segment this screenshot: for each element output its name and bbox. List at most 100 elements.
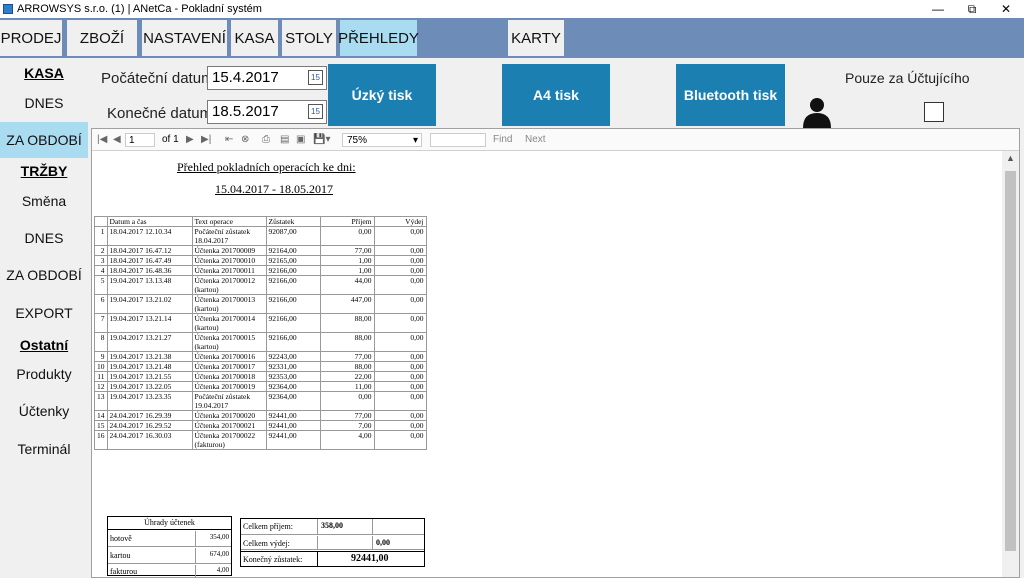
column-header: Text operace [191, 216, 267, 227]
zoom-select[interactable]: 75% ▾ [342, 133, 422, 147]
table-cell: 19.04.2017 13.21.55 [106, 371, 193, 382]
sidebar-item-trzby-za-obdobi[interactable]: ZA OBDOBÍ [0, 257, 88, 293]
table-cell: Počáteční zůstatek 18.04.2017 [191, 226, 267, 246]
table-row: 6 19.04.2017 13.21.02 Účtenka 201700013 (k… [94, 294, 427, 314]
end-date-field[interactable]: 18.5.2017 15 [207, 100, 327, 124]
table-cell: 11 [94, 371, 108, 382]
table-cell: 4,00 [319, 430, 375, 450]
back-icon[interactable]: ⇤ [225, 133, 233, 147]
payment-row: fakturou 4,00 [110, 565, 229, 577]
find-input[interactable] [430, 133, 486, 147]
table-cell: 0,00 [373, 332, 427, 352]
scroll-up-icon[interactable]: ▲ [1006, 153, 1015, 163]
calendar-icon[interactable]: 15 [308, 70, 323, 85]
table-cell: 19.04.2017 13.21.48 [106, 361, 193, 372]
tab-prehledy[interactable]: PŘEHLEDY [338, 20, 419, 56]
sidebar-item-produkty[interactable]: Produkty [0, 356, 88, 392]
table-cell: 77,00 [319, 351, 375, 362]
find-link[interactable]: Find [493, 133, 512, 147]
table-cell: Účtenka 201700015 (kartou) [191, 332, 267, 352]
table-cell: 88,00 [319, 361, 375, 372]
tab-stoly[interactable]: STOLY [282, 20, 336, 56]
print-icon[interactable]: ⎙ [262, 133, 270, 147]
of-pages-label: of 1 [162, 134, 179, 145]
sidebar-header-trzby: TRŽBY [20, 163, 68, 179]
window-title: ARROWSYS s.r.o. (1) | ANetCa - Pokladní … [17, 3, 262, 15]
table-cell: 92166,00 [265, 294, 321, 314]
column-header: Zůstatek [265, 216, 321, 227]
table-cell: 0,00 [373, 294, 427, 314]
only-accountant-checkbox[interactable] [924, 102, 944, 122]
page-setup-icon[interactable]: ▣ [296, 133, 305, 147]
table-header-row: Datum a čas Text operace Zůstatek Příjem Výd… [94, 216, 427, 227]
table-row: 9 19.04.2017 13.21.38 Účtenka 201700016 922… [94, 351, 427, 362]
table-cell: 1 [94, 226, 108, 246]
report-page: Přehled pokladních operacích ke dni: 15.… [92, 151, 1002, 577]
prev-page-icon[interactable]: ◀ [113, 133, 121, 147]
next-link[interactable]: Next [525, 133, 546, 147]
sidebar-item-kasa-dnes[interactable]: DNES [0, 85, 88, 121]
page-input[interactable]: 1 [125, 133, 155, 147]
sidebar-item-smena[interactable]: Směna [0, 183, 88, 219]
restore-icon[interactable]: ⧉ [955, 0, 989, 18]
tab-zbozi[interactable]: ZBOŽÍ [67, 20, 137, 56]
first-page-icon[interactable]: |◀ [97, 133, 107, 147]
sidebar-item-export[interactable]: EXPORT [0, 295, 88, 331]
table-cell: 0,00 [373, 226, 427, 246]
final-balance-label: Konečný zůstatek: [243, 555, 303, 564]
narrow-print-button[interactable]: Úzký tisk [328, 64, 436, 126]
table-cell: 19.04.2017 13.21.38 [106, 351, 193, 362]
sidebar-item-trzby-dnes[interactable]: DNES [0, 220, 88, 256]
tab-kasa[interactable]: KASA [231, 20, 278, 56]
next-page-icon[interactable]: ▶ [186, 133, 194, 147]
print-layout-icon[interactable]: ▤ [280, 133, 289, 147]
start-date-label: Počáteční datum [101, 70, 214, 87]
table-cell: 14 [94, 410, 108, 421]
table-row: 2 18.04.2017 16.47.12 Účtenka 201700009 921… [94, 245, 427, 256]
table-cell: 7,00 [319, 420, 375, 431]
report-scrollbar[interactable]: ▲ [1002, 151, 1019, 577]
table-cell: 92166,00 [265, 265, 321, 276]
payment-row: kartou 674,00 [108, 548, 231, 564]
table-cell: 0,00 [373, 381, 427, 392]
scrollbar-thumb[interactable] [1005, 171, 1016, 551]
stop-icon[interactable]: ⊗ [241, 133, 249, 147]
tab-nastaveni[interactable]: NASTAVENÍ [142, 20, 227, 56]
table-row: 13 19.04.2017 13.23.35 Počáteční zůstatek … [94, 391, 427, 411]
table-cell: Účtenka 201700011 [191, 265, 267, 276]
table-row: 8 19.04.2017 13.21.27 Účtenka 201700015 (k… [94, 332, 427, 352]
table-cell: 12 [94, 381, 108, 392]
sidebar-item-terminal[interactable]: Terminál [0, 431, 88, 467]
main-menu-bar: PRODEJ ZBOŽÍ NASTAVENÍ KASA STOLY PŘEHLE… [0, 18, 1024, 58]
table-row: 11 19.04.2017 13.21.55 Účtenka 201700018 92… [94, 371, 427, 382]
table-cell: 19.04.2017 13.21.02 [106, 294, 193, 314]
payment-row: hotově 354,00 [108, 531, 231, 547]
bluetooth-print-button[interactable]: Bluetooth tisk [676, 64, 785, 126]
table-cell: 0,00 [373, 391, 427, 411]
sidebar-item-uctenky[interactable]: Účtenky [0, 393, 88, 429]
calendar-icon[interactable]: 15 [308, 104, 323, 119]
table-cell: 24.04.2017 16.29.39 [106, 410, 193, 421]
table-cell: Účtenka 201700020 [191, 410, 267, 421]
tab-prodej[interactable]: PRODEJ [0, 20, 62, 56]
minimize-icon[interactable]: — [921, 0, 955, 18]
table-cell: 1,00 [319, 265, 375, 276]
start-date-field[interactable]: 15.4.2017 15 [207, 66, 327, 90]
sidebar-item-kasa-za-obdobi[interactable]: ZA OBDOBÍ [0, 122, 88, 158]
a4-print-button[interactable]: A4 tisk [502, 64, 610, 126]
table-cell: 18.04.2017 16.47.12 [106, 245, 193, 256]
app-icon [3, 4, 13, 14]
export-icon[interactable]: 💾▾ [313, 133, 330, 147]
close-icon[interactable]: ✕ [989, 0, 1023, 18]
table-row: 10 19.04.2017 13.21.48 Účtenka 201700017 92… [94, 361, 427, 372]
table-cell: 0,00 [373, 245, 427, 256]
table-cell: Účtenka 201700014 (kartou) [191, 313, 267, 333]
table-cell: Účtenka 201700016 [191, 351, 267, 362]
table-cell: 3 [94, 255, 108, 266]
final-balance-value: 92441,00 [351, 553, 389, 564]
table-cell: Počáteční zůstatek 19.04.2017 [191, 391, 267, 411]
table-cell: 44,00 [319, 275, 375, 295]
tab-karty[interactable]: KARTY [508, 20, 564, 56]
table-cell: 8 [94, 332, 108, 352]
last-page-icon[interactable]: ▶| [201, 133, 211, 147]
